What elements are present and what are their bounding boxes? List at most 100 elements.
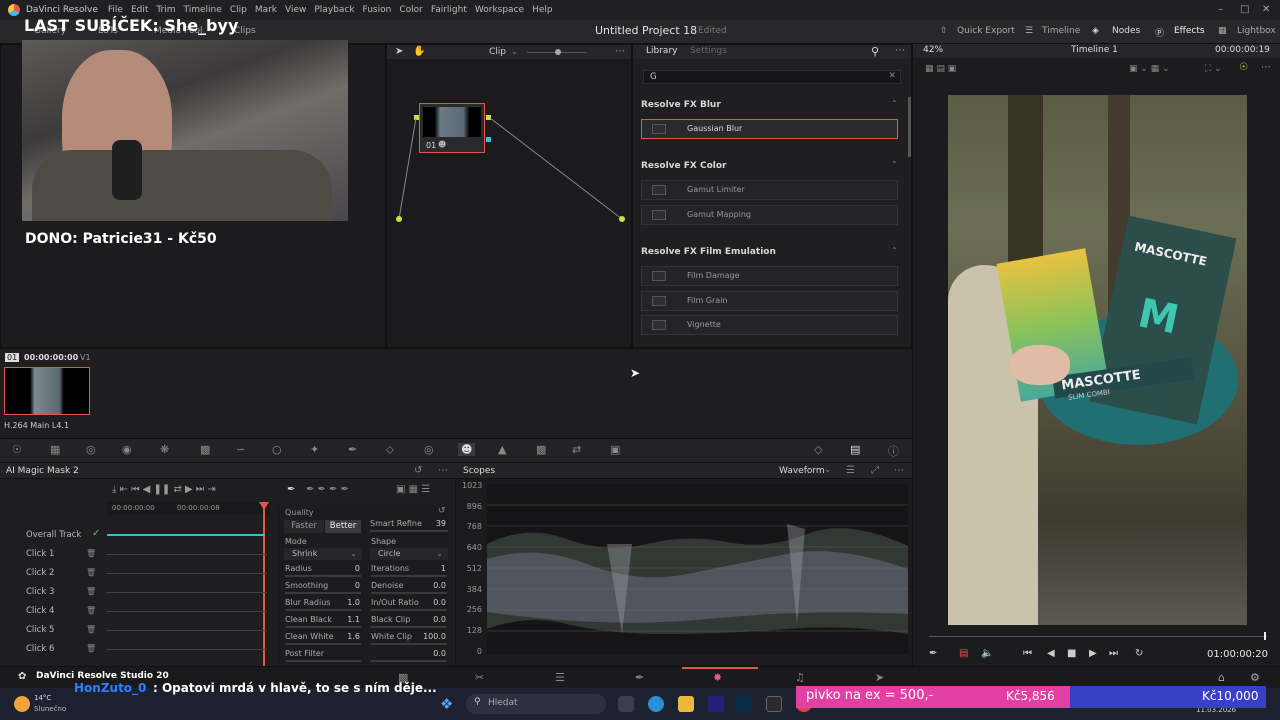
trash-icon[interactable]: 🗑 xyxy=(86,644,96,653)
photoshop-icon[interactable] xyxy=(736,696,752,712)
qualifier-icon[interactable]: ☉ xyxy=(1239,62,1248,73)
fx-gaussian-blur[interactable]: Gaussian Blur xyxy=(641,119,898,139)
file-explorer-icon[interactable] xyxy=(678,696,694,712)
transform-icon[interactable]: ⛶ ⌄ xyxy=(1205,64,1222,74)
effects-button[interactable]: Effects xyxy=(1174,26,1205,36)
param-value[interactable]: 1.1 xyxy=(330,615,360,624)
mode-select[interactable]: Shrink ⌄ xyxy=(284,548,362,560)
library-scrollbar[interactable] xyxy=(908,97,911,157)
param-slider[interactable] xyxy=(371,609,447,611)
menu-mark[interactable]: Mark xyxy=(251,5,281,15)
minimize-icon[interactable]: – xyxy=(1218,4,1223,15)
track-row-click-3[interactable]: Click 3 🗑 xyxy=(0,582,270,601)
param-value[interactable]: 0 xyxy=(330,564,360,573)
maximize-icon[interactable]: □ xyxy=(1240,4,1249,15)
video-frame[interactable]: MASCOTTE M MASCOTTE SLIM COMBI xyxy=(948,95,1247,625)
color-match-icon[interactable]: ▦ xyxy=(50,443,60,456)
scopes-icon[interactable]: ▤ xyxy=(850,443,860,456)
settings-gear-icon[interactable]: ⚙ xyxy=(1250,671,1260,684)
menu-fusion[interactable]: Fusion xyxy=(359,5,396,15)
sizing-icon[interactable]: ⇄ xyxy=(572,443,581,456)
close-icon[interactable]: ✕ xyxy=(1262,4,1270,15)
track-row-overall[interactable]: Overall Track ✓ xyxy=(0,525,270,544)
timeline-ruler[interactable]: 00:00:00:00 00:00:00:08 xyxy=(107,502,271,515)
param-slider[interactable] xyxy=(371,643,447,645)
more-options-icon[interactable]: ⋯ xyxy=(1261,62,1271,73)
fx-gamut-mapping[interactable]: Gamut Mapping xyxy=(641,205,898,225)
hdr-icon[interactable]: ◉ xyxy=(122,443,132,456)
menu-fairlight[interactable]: Fairlight xyxy=(427,5,471,15)
menu-view[interactable]: View xyxy=(281,5,310,15)
loop-icon[interactable]: ↻ xyxy=(1135,648,1143,659)
menu-timeline[interactable]: Timeline xyxy=(180,5,226,15)
track-controls-icon[interactable]: ⤓ ⇤ ⏮ ◀ ❚❚ ⇄ ▶ ⏭ ⇥ xyxy=(112,484,216,495)
menu-clip[interactable]: Clip xyxy=(226,5,251,15)
param-slider[interactable] xyxy=(371,592,447,594)
menu-trim[interactable]: Trim xyxy=(152,5,179,15)
fairlight-page-icon[interactable]: ♫ xyxy=(795,671,805,684)
timeline-dropdown[interactable]: Timeline 1 xyxy=(1071,45,1118,55)
param-slider[interactable] xyxy=(371,626,447,628)
deliver-page-icon[interactable]: ➤ xyxy=(875,671,884,684)
premiere-icon[interactable] xyxy=(708,696,724,712)
menu-help[interactable]: Help xyxy=(528,5,557,15)
highlight-icon[interactable]: ▤ xyxy=(959,648,968,659)
track-row-click-2[interactable]: Click 2 🗑 xyxy=(0,563,270,582)
volume-icon[interactable]: 🔈 xyxy=(981,648,993,659)
blur-icon[interactable]: ▲ xyxy=(498,443,506,456)
param-slider[interactable] xyxy=(371,575,447,577)
param-slider[interactable] xyxy=(285,660,361,662)
camera-raw-icon[interactable]: ☉ xyxy=(12,443,22,456)
key-icon[interactable]: ▩ xyxy=(536,443,546,456)
param-slider[interactable] xyxy=(285,643,361,645)
param-slider[interactable] xyxy=(285,575,361,577)
add-stroke-icon[interactable]: ✒ xyxy=(287,484,295,495)
clear-search-icon[interactable]: ✕ xyxy=(888,71,896,81)
param-value[interactable]: 0.0 xyxy=(416,581,446,590)
better-toggle[interactable]: Better xyxy=(325,520,361,533)
fx-film-damage[interactable]: Film Damage xyxy=(641,266,898,286)
nodes-button[interactable]: Nodes xyxy=(1112,26,1140,36)
track-row-click-1[interactable]: Click 1 🗑 xyxy=(0,544,270,563)
search-icon[interactable]: ⚲ xyxy=(871,45,879,58)
cut-page-icon[interactable]: ✂ xyxy=(475,671,484,684)
param-value[interactable]: 1.6 xyxy=(330,632,360,641)
trash-icon[interactable]: 🗑 xyxy=(86,625,96,634)
first-frame-icon[interactable]: ⏮ xyxy=(1023,648,1032,659)
section-resolve-fx-blur[interactable]: Resolve FX Blur xyxy=(641,100,721,110)
stroke-tools-icon[interactable]: ✒ ✒ ✒ ✒ xyxy=(306,484,349,495)
viewer-layout-icon[interactable]: ▦ ▤ ▣ xyxy=(925,64,956,74)
section-resolve-fx-film-emulation[interactable]: Resolve FX Film Emulation xyxy=(641,247,776,257)
color-warper-icon[interactable]: ○ xyxy=(272,443,282,456)
lightbox-button[interactable]: Lightbox xyxy=(1237,26,1276,36)
collapse-icon[interactable]: ⌃ xyxy=(891,246,898,255)
scope-mode-dropdown[interactable]: Waveform xyxy=(779,466,825,476)
home-icon[interactable]: ⌂ xyxy=(1218,671,1225,684)
edge-icon[interactable] xyxy=(648,696,664,712)
smart-refine-slider[interactable] xyxy=(370,530,448,532)
more-options-icon[interactable]: ⋯ xyxy=(894,465,904,476)
param-value[interactable]: 0 xyxy=(330,581,360,590)
shape-select[interactable]: Circle ⌄ xyxy=(370,548,448,560)
collapse-icon[interactable]: ⌃ xyxy=(891,160,898,169)
reverse-icon[interactable]: ◀ xyxy=(1047,648,1055,659)
stop-icon[interactable]: ■ xyxy=(1067,648,1076,659)
settings-tab[interactable]: Settings xyxy=(690,46,727,56)
trash-icon[interactable]: 🗑 xyxy=(86,587,96,596)
trash-icon[interactable]: 🗑 xyxy=(86,568,96,577)
param-slider[interactable] xyxy=(285,609,361,611)
davinci-taskbar-icon[interactable] xyxy=(766,696,782,712)
fusion-page-icon[interactable]: ✒ xyxy=(635,671,644,684)
trash-icon[interactable]: 🗑 xyxy=(86,606,96,615)
menu-color[interactable]: Color xyxy=(395,5,427,15)
fx-vignette[interactable]: Vignette xyxy=(641,315,898,335)
3d-icon[interactable]: ▣ xyxy=(610,443,620,456)
clip-thumbnail[interactable] xyxy=(4,367,90,415)
quick-export-button[interactable]: Quick Export xyxy=(957,26,1015,36)
node-editor[interactable]: ➤ ✋ Clip ⌄ ⋯ 01 ☻ xyxy=(386,44,632,348)
param-value[interactable]: 0.0 xyxy=(416,598,446,607)
eyedropper-icon[interactable]: ✒ xyxy=(348,443,357,456)
view-tools-icon[interactable]: ▣ ▦ ☰ xyxy=(396,484,430,495)
search-input[interactable]: G ✕ xyxy=(643,70,901,84)
viewer-options-icon[interactable]: ▣ ⌄ ▦ ⌄ xyxy=(1129,64,1170,74)
